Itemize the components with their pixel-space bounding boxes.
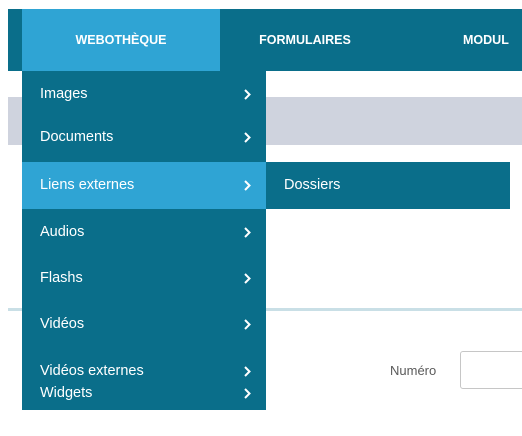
numero-input[interactable] bbox=[460, 351, 522, 389]
menu-item-images[interactable]: Images bbox=[22, 71, 266, 118]
chevron-right-icon bbox=[244, 227, 251, 238]
chevron-right-icon bbox=[244, 273, 251, 284]
menu-item-label: Images bbox=[40, 86, 88, 102]
menu-item-flashs[interactable]: Flashs bbox=[22, 255, 266, 302]
menu-item-videos[interactable]: Vidéos bbox=[22, 301, 266, 348]
chevron-right-icon bbox=[244, 388, 251, 399]
top-nav-bar: WEBOTHÈQUE FORMULAIRES MODUL bbox=[8, 9, 522, 71]
menu-item-label: Audios bbox=[40, 224, 85, 240]
menu-item-label: Documents bbox=[40, 129, 114, 145]
menu-item-label: Widgets bbox=[40, 385, 93, 401]
nav-item-formulaires[interactable]: FORMULAIRES bbox=[240, 9, 370, 71]
nav-item-webotheque[interactable]: WEBOTHÈQUE bbox=[22, 9, 220, 71]
liens-externes-submenu: Dossiers bbox=[266, 162, 510, 209]
chevron-right-icon bbox=[244, 180, 251, 191]
webotheque-dropdown-menu: Images Documents Liens externes Audios F… bbox=[22, 71, 266, 410]
menu-item-liens-externes[interactable]: Liens externes bbox=[22, 162, 266, 209]
numero-label: Numéro bbox=[390, 363, 437, 378]
submenu-item-label: Dossiers bbox=[284, 177, 341, 193]
menu-item-label: Flashs bbox=[40, 270, 83, 286]
submenu-item-dossiers[interactable]: Dossiers bbox=[266, 162, 510, 209]
menu-item-audios[interactable]: Audios bbox=[22, 209, 266, 256]
chevron-right-icon bbox=[244, 319, 251, 330]
menu-item-documents[interactable]: Documents bbox=[22, 114, 266, 161]
menu-item-widgets[interactable]: Widgets bbox=[22, 363, 266, 410]
menu-item-label: Liens externes bbox=[40, 177, 135, 193]
nav-item-modules[interactable]: MODUL bbox=[463, 9, 509, 71]
chevron-right-icon bbox=[244, 132, 251, 143]
menu-item-label: Vidéos bbox=[40, 316, 85, 332]
chevron-right-icon bbox=[244, 89, 251, 100]
